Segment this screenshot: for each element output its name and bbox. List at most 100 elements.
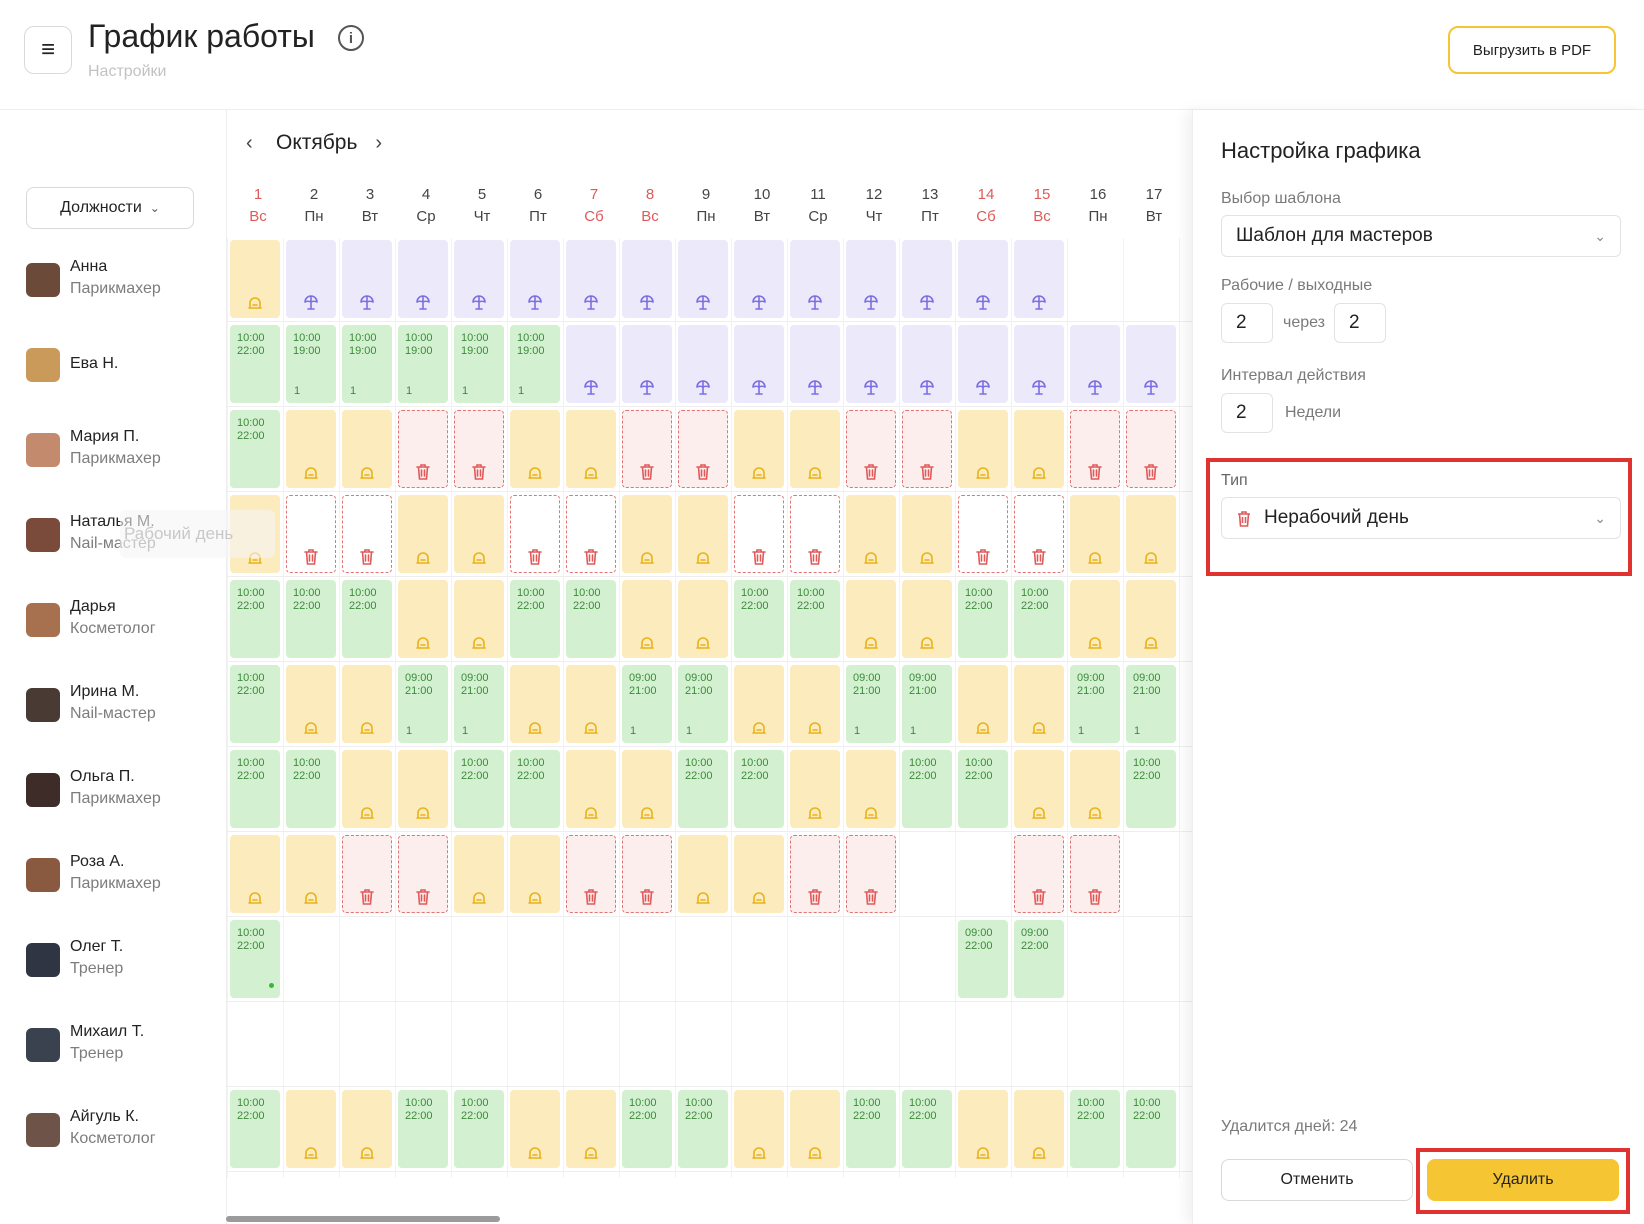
- work-shift-cell[interactable]: 10:00 22:00: [678, 1090, 728, 1168]
- vacation-cell[interactable]: [566, 325, 616, 403]
- non-working-cell[interactable]: [790, 495, 840, 573]
- work-shift-cell[interactable]: 09:00 21:00 1: [902, 665, 952, 743]
- day-off-cell[interactable]: [1070, 495, 1120, 573]
- day-header[interactable]: 13 Пт: [902, 184, 958, 228]
- work-shift-cell[interactable]: 10:00 22:00: [958, 580, 1008, 658]
- day-header[interactable]: 14 Сб: [958, 184, 1014, 228]
- non-working-cell[interactable]: [1070, 410, 1120, 488]
- day-off-cell[interactable]: [734, 1090, 784, 1168]
- day-off-cell[interactable]: [1070, 580, 1120, 658]
- vacation-cell[interactable]: [454, 240, 504, 318]
- day-off-cell[interactable]: [342, 750, 392, 828]
- day-off-cell[interactable]: [398, 750, 448, 828]
- interval-input[interactable]: 2: [1221, 393, 1273, 433]
- work-shift-cell[interactable]: 09:00 21:00 1: [1126, 665, 1176, 743]
- day-header[interactable]: 4 Ср: [398, 184, 454, 228]
- vacation-cell[interactable]: [1070, 325, 1120, 403]
- work-shift-cell[interactable]: 10:00 22:00: [790, 580, 840, 658]
- day-off-cell[interactable]: [566, 1090, 616, 1168]
- day-header[interactable]: 17 Вт: [1126, 184, 1182, 228]
- day-header[interactable]: 9 Пн: [678, 184, 734, 228]
- vacation-cell[interactable]: [734, 240, 784, 318]
- work-shift-cell[interactable]: 10:00 19:00 1: [454, 325, 504, 403]
- off-days-input[interactable]: 2: [1334, 303, 1386, 343]
- day-off-cell[interactable]: [230, 835, 280, 913]
- vacation-cell[interactable]: [902, 240, 952, 318]
- vacation-cell[interactable]: [846, 325, 896, 403]
- non-working-cell[interactable]: [678, 410, 728, 488]
- work-shift-cell[interactable]: 09:00 22:00: [958, 920, 1008, 998]
- day-off-cell[interactable]: [622, 495, 672, 573]
- vacation-cell[interactable]: [510, 240, 560, 318]
- template-select[interactable]: Шаблон для мастеров ⌄: [1221, 215, 1621, 257]
- non-working-cell[interactable]: [566, 495, 616, 573]
- work-shift-cell[interactable]: 10:00 22:00: [622, 1090, 672, 1168]
- day-header[interactable]: 10 Вт: [734, 184, 790, 228]
- day-off-cell[interactable]: [566, 665, 616, 743]
- employee-row-header[interactable]: Роза А. Парикмахер: [26, 833, 226, 917]
- vacation-cell[interactable]: [342, 240, 392, 318]
- work-shift-cell[interactable]: 10:00 22:00: [454, 750, 504, 828]
- day-off-cell[interactable]: [678, 580, 728, 658]
- vacation-cell[interactable]: [958, 325, 1008, 403]
- day-off-cell[interactable]: [678, 835, 728, 913]
- work-shift-cell[interactable]: 09:00 21:00 1: [454, 665, 504, 743]
- non-working-cell[interactable]: [1126, 410, 1176, 488]
- day-off-cell[interactable]: [790, 1090, 840, 1168]
- non-working-cell[interactable]: [1014, 835, 1064, 913]
- day-off-cell[interactable]: [678, 495, 728, 573]
- day-off-cell[interactable]: [1014, 410, 1064, 488]
- employee-row-header[interactable]: Дарья Косметолог: [26, 578, 226, 662]
- day-off-cell[interactable]: [286, 1090, 336, 1168]
- non-working-cell[interactable]: [846, 835, 896, 913]
- day-header[interactable]: 8 Вс: [622, 184, 678, 228]
- work-shift-cell[interactable]: 10:00 22:00: [902, 750, 952, 828]
- employee-row-header[interactable]: Мария П. Парикмахер: [26, 408, 226, 492]
- non-working-cell[interactable]: [1014, 495, 1064, 573]
- day-off-cell[interactable]: [1126, 495, 1176, 573]
- work-shift-cell[interactable]: 09:00 21:00 1: [846, 665, 896, 743]
- day-off-cell[interactable]: [342, 1090, 392, 1168]
- work-shift-cell[interactable]: 09:00 21:00 1: [1070, 665, 1120, 743]
- day-header[interactable]: 2 Пн: [286, 184, 342, 228]
- day-off-cell[interactable]: [622, 750, 672, 828]
- horizontal-scrollbar[interactable]: [226, 1216, 500, 1222]
- day-off-cell[interactable]: [1070, 750, 1120, 828]
- work-shift-cell[interactable]: 10:00 22:00: [230, 920, 280, 998]
- day-off-cell[interactable]: [790, 750, 840, 828]
- day-off-cell[interactable]: [846, 580, 896, 658]
- vacation-cell[interactable]: [902, 325, 952, 403]
- non-working-cell[interactable]: [790, 835, 840, 913]
- work-shift-cell[interactable]: 10:00 19:00 1: [286, 325, 336, 403]
- vacation-cell[interactable]: [790, 325, 840, 403]
- day-off-cell[interactable]: [846, 750, 896, 828]
- non-working-cell[interactable]: [958, 495, 1008, 573]
- day-off-cell[interactable]: [510, 1090, 560, 1168]
- work-shift-cell[interactable]: 10:00 22:00: [1014, 580, 1064, 658]
- work-shift-cell[interactable]: 10:00 22:00: [230, 410, 280, 488]
- vacation-cell[interactable]: [566, 240, 616, 318]
- non-working-cell[interactable]: [846, 410, 896, 488]
- vacation-cell[interactable]: [1014, 240, 1064, 318]
- work-shift-cell[interactable]: 10:00 22:00: [510, 580, 560, 658]
- vacation-cell[interactable]: [958, 240, 1008, 318]
- day-header[interactable]: 1 Вс: [230, 184, 286, 228]
- cancel-button[interactable]: Отменить: [1221, 1159, 1413, 1201]
- day-off-cell[interactable]: [398, 495, 448, 573]
- day-off-cell[interactable]: [286, 665, 336, 743]
- work-shift-cell[interactable]: 10:00 22:00: [230, 750, 280, 828]
- day-header[interactable]: 16 Пн: [1070, 184, 1126, 228]
- non-working-cell[interactable]: [286, 495, 336, 573]
- non-working-cell[interactable]: [510, 495, 560, 573]
- day-off-cell[interactable]: [902, 580, 952, 658]
- work-shift-cell[interactable]: 09:00 21:00 1: [622, 665, 672, 743]
- day-off-cell[interactable]: [958, 665, 1008, 743]
- work-shift-cell[interactable]: 10:00 22:00: [1126, 750, 1176, 828]
- day-off-cell[interactable]: [902, 495, 952, 573]
- work-shift-cell[interactable]: 10:00 22:00: [342, 580, 392, 658]
- day-off-cell[interactable]: [566, 750, 616, 828]
- work-shift-cell[interactable]: 09:00 21:00 1: [398, 665, 448, 743]
- work-shift-cell[interactable]: 10:00 19:00 1: [342, 325, 392, 403]
- vacation-cell[interactable]: [790, 240, 840, 318]
- non-working-cell[interactable]: [342, 835, 392, 913]
